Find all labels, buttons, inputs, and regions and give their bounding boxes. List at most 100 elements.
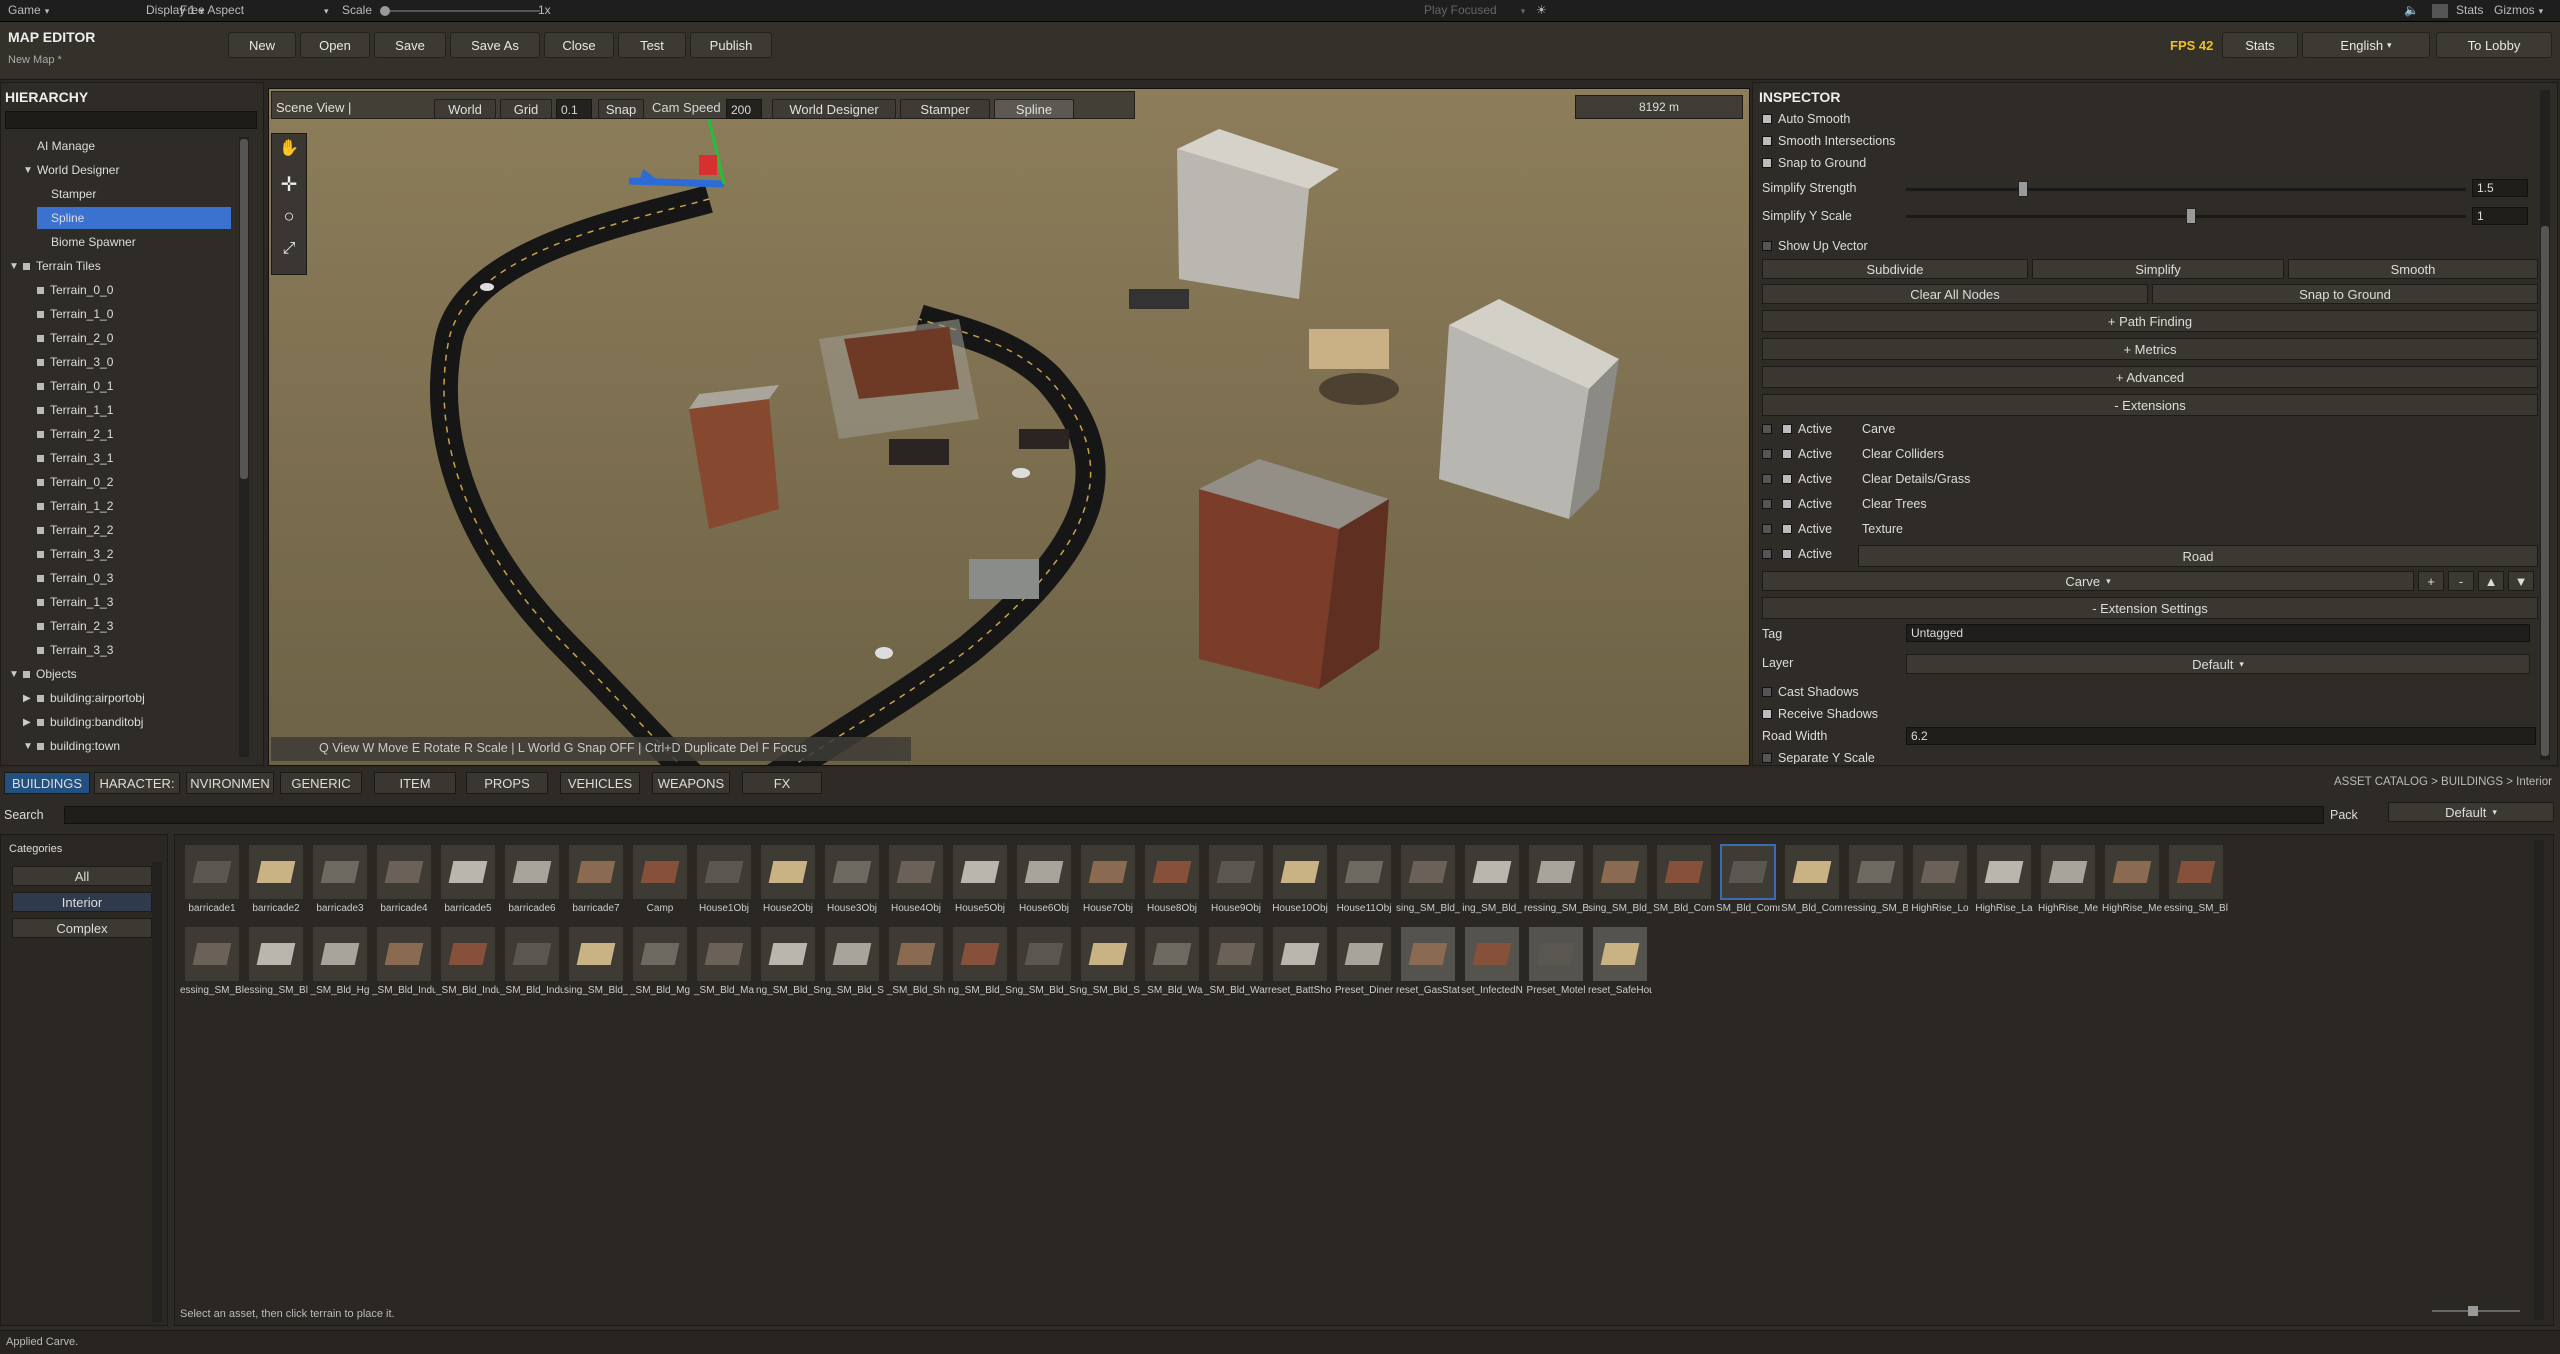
stamper-button[interactable]: Stamper bbox=[900, 99, 990, 119]
language-dropdown[interactable]: English ▾ bbox=[2302, 32, 2430, 58]
asset-tile[interactable]: reset_SafeHous bbox=[1588, 926, 1652, 996]
checkbox[interactable] bbox=[1762, 114, 1772, 124]
hierarchy-item[interactable]: Terrain_2_3 bbox=[23, 615, 113, 637]
stats-button[interactable]: Stats bbox=[2222, 32, 2298, 58]
extensions-section[interactable]: - Extensions bbox=[1762, 394, 2538, 416]
expand-arrow-icon[interactable]: ▼ bbox=[9, 261, 23, 272]
asset-tile[interactable]: House8Obj bbox=[1142, 844, 1202, 914]
catalog-tab-environment[interactable]: NVIRONMEN bbox=[186, 772, 274, 794]
category-interior[interactable]: Interior bbox=[12, 892, 152, 912]
spline-button[interactable]: Spline bbox=[994, 99, 1074, 119]
asset-tile[interactable]: House6Obj bbox=[1014, 844, 1074, 914]
hierarchy-item[interactable]: Terrain_2_1 bbox=[23, 423, 113, 445]
asset-tile[interactable]: _SM_Bld_Hg bbox=[310, 926, 370, 996]
snap-to-ground-toggle[interactable]: Snap to Ground bbox=[1762, 156, 1866, 170]
catalog-tab-props[interactable]: PROPS bbox=[466, 772, 548, 794]
hierarchy-item[interactable]: Terrain_3_2 bbox=[23, 543, 113, 565]
catalog-tab-item[interactable]: ITEM bbox=[374, 772, 456, 794]
scene-viewport[interactable]: Scene View | World Grid 0.1 Snap Cam Spe… bbox=[268, 88, 1750, 766]
extension-active-checkbox[interactable] bbox=[1782, 449, 1792, 459]
asset-tile[interactable]: essing_SM_Bld_ bbox=[2164, 844, 2228, 914]
collapse-arrow-icon[interactable]: ▶ bbox=[23, 693, 37, 704]
asset-search-input[interactable] bbox=[64, 806, 2324, 824]
extension-enable-checkbox[interactable] bbox=[1762, 524, 1772, 534]
asset-tile[interactable]: essing_SM_Bld bbox=[244, 926, 308, 996]
hierarchy-item[interactable]: Terrain_0_1 bbox=[23, 375, 113, 397]
snap-to-ground-button[interactable]: Snap to Ground bbox=[2152, 284, 2538, 304]
asset-tile[interactable]: barricade4 bbox=[374, 844, 434, 914]
clear-all-nodes-button[interactable]: Clear All Nodes bbox=[1762, 284, 2148, 304]
hierarchy-item[interactable]: ▼ Objects bbox=[9, 663, 77, 685]
rotate-tool-icon[interactable]: ○ bbox=[276, 206, 302, 232]
hierarchy-item[interactable]: Terrain_0_2 bbox=[23, 471, 113, 493]
cam-speed-input[interactable]: 200 bbox=[726, 99, 762, 119]
to-lobby-button[interactable]: To Lobby bbox=[2436, 32, 2552, 58]
extension-settings-section[interactable]: - Extension Settings bbox=[1762, 597, 2538, 619]
publish-button[interactable]: Publish bbox=[690, 32, 772, 58]
sun-icon[interactable]: ☀ bbox=[1536, 3, 1547, 17]
asset-tile[interactable]: _SM_Bld_Indu bbox=[436, 926, 500, 996]
catalog-tab-fx[interactable]: FX bbox=[742, 772, 822, 794]
asset-tile[interactable]: House5Obj bbox=[950, 844, 1010, 914]
move-down-button[interactable]: ▼ bbox=[2508, 571, 2534, 591]
show-up-vector-toggle[interactable]: Show Up Vector bbox=[1762, 239, 1868, 253]
hierarchy-item[interactable]: Terrain_3_1 bbox=[23, 447, 113, 469]
asset-tile[interactable]: SM_Bld_Com bbox=[1781, 844, 1843, 914]
smooth-button[interactable]: Smooth bbox=[2288, 259, 2538, 279]
asset-tile[interactable]: House2Obj bbox=[758, 844, 818, 914]
catalog-tab-characters[interactable]: HARACTER: bbox=[94, 772, 180, 794]
hierarchy-item[interactable]: Terrain_2_0 bbox=[23, 327, 113, 349]
hierarchy-item[interactable]: ▼ building:town bbox=[23, 735, 120, 757]
asset-grid-scrollbar[interactable] bbox=[2534, 840, 2544, 1320]
hierarchy-item[interactable]: ▶ building:airportobj bbox=[23, 687, 145, 709]
extension-active-checkbox[interactable] bbox=[1782, 524, 1792, 534]
hierarchy-item[interactable]: Terrain_3_3 bbox=[23, 639, 113, 661]
snap-button[interactable]: Snap bbox=[598, 99, 644, 119]
save-as-button[interactable]: Save As bbox=[450, 32, 540, 58]
world-button[interactable]: World bbox=[434, 99, 496, 119]
category-all[interactable]: All bbox=[12, 866, 152, 886]
asset-tile[interactable]: SM_Bld_Com bbox=[1653, 844, 1715, 914]
asset-tile[interactable]: House7Obj bbox=[1078, 844, 1138, 914]
asset-tile[interactable]: essing_SM_Bld bbox=[180, 926, 244, 996]
simplify-y-scale-input[interactable]: 1 bbox=[2472, 207, 2528, 225]
asset-tile[interactable]: _SM_Bld_Indu bbox=[500, 926, 564, 996]
asset-tile[interactable]: _SM_Bld_Sh bbox=[886, 926, 946, 996]
asset-tile[interactable]: _SM_Bld_Indu bbox=[372, 926, 436, 996]
hierarchy-item[interactable]: Biome Spawner bbox=[37, 231, 136, 253]
hierarchy-item[interactable]: Terrain_0_0 bbox=[23, 279, 113, 301]
grid-button[interactable]: Grid bbox=[500, 99, 552, 119]
tag-field[interactable]: Untagged bbox=[1906, 624, 2530, 642]
gizmos-dropdown[interactable]: Gizmos ▾ bbox=[2494, 3, 2543, 17]
hierarchy-item[interactable]: Terrain_1_3 bbox=[23, 591, 113, 613]
close-button[interactable]: Close bbox=[544, 32, 614, 58]
simplify-strength-input[interactable]: 1.5 bbox=[2472, 179, 2528, 197]
asset-tile[interactable]: HighRise_Lo bbox=[1910, 844, 1970, 914]
scale-slider-handle[interactable] bbox=[380, 6, 390, 16]
checkbox[interactable] bbox=[1762, 241, 1772, 251]
open-button[interactable]: Open bbox=[300, 32, 370, 58]
catalog-tab-weapons[interactable]: WEAPONS bbox=[652, 772, 730, 794]
expand-arrow-icon[interactable]: ▼ bbox=[9, 669, 23, 680]
asset-tile[interactable]: ng_SM_Bld_S bbox=[1012, 926, 1076, 996]
subdivide-button[interactable]: Subdivide bbox=[1762, 259, 2028, 279]
hierarchy-item[interactable]: Terrain_1_2 bbox=[23, 495, 113, 517]
asset-tile[interactable]: barricade7 bbox=[566, 844, 626, 914]
play-focused-dropdown[interactable]: Play Focused ▾ bbox=[1424, 3, 1525, 17]
thumbnail-size-handle[interactable] bbox=[2468, 1306, 2478, 1316]
hierarchy-item[interactable]: Terrain_3_0 bbox=[23, 351, 113, 373]
hierarchy-item[interactable]: Terrain_1_1 bbox=[23, 399, 113, 421]
asset-tile[interactable]: ressing_SM_Bl bbox=[1524, 844, 1588, 914]
checkbox[interactable] bbox=[1762, 753, 1772, 763]
layer-dropdown[interactable]: Default ▾ bbox=[1906, 654, 2530, 674]
hierarchy-scroll-thumb[interactable] bbox=[240, 139, 248, 479]
extension-active-checkbox[interactable] bbox=[1782, 474, 1792, 484]
hierarchy-item[interactable]: Terrain_1_0 bbox=[23, 303, 113, 325]
extension-active-checkbox[interactable] bbox=[1782, 424, 1792, 434]
asset-tile[interactable]: ressing_SM_Bld bbox=[1844, 844, 1908, 914]
checkbox[interactable] bbox=[1762, 687, 1772, 697]
asset-tile[interactable]: HighRise_Me bbox=[2102, 844, 2162, 914]
category-complex[interactable]: Complex bbox=[12, 918, 152, 938]
hierarchy-item[interactable]: ▶ building:banditobj bbox=[23, 711, 143, 733]
extension-enable-checkbox[interactable] bbox=[1762, 449, 1772, 459]
